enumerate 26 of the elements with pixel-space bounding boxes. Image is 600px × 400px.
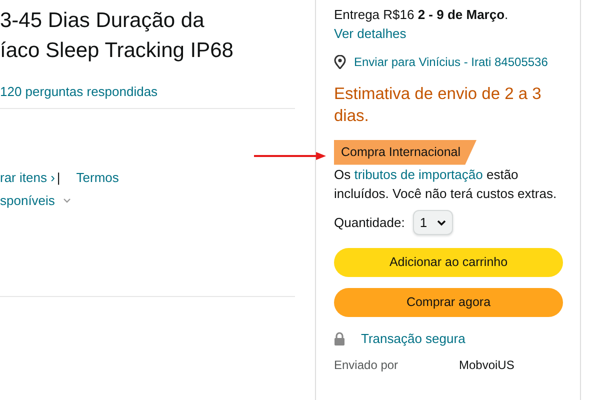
import-taxes-link[interactable]: tributos de importação — [354, 166, 483, 182]
details-link[interactable]: Ver detalhes — [334, 26, 406, 41]
international-badge: Compra Internacional — [334, 140, 477, 165]
chevron-down-icon — [437, 220, 446, 226]
lock-icon — [334, 332, 345, 346]
quantity-select[interactable]: 1 — [412, 210, 454, 236]
delivery-info: Entrega R$16 2 - 9 de Março. Ver detalhes — [334, 6, 510, 43]
arrow-icon — [254, 151, 328, 161]
buy-now-button[interactable]: Comprar agora — [334, 288, 563, 317]
seller-label: Enviado por — [334, 357, 400, 374]
shipping-estimate: Estimativa de envio de 2 a 3 dias. — [334, 84, 542, 127]
policy-link[interactable]: rar itens › — [0, 168, 55, 187]
availability-link[interactable]: sponíveis — [0, 191, 55, 210]
add-to-cart-button[interactable]: Adicionar ao carrinho — [334, 248, 563, 277]
product-title-line: íaco Sleep Tracking IP68 — [0, 38, 234, 64]
ship-to-link[interactable]: Enviar para Vinícius - Irati 84505536 — [354, 53, 548, 71]
answered-questions-link[interactable]: 120 perguntas respondidas — [0, 84, 158, 99]
product-title-line: 3-45 Dias Duração da — [0, 8, 206, 34]
quantity-label: Quantidade: — [334, 214, 405, 232]
separator: | — [56, 168, 60, 187]
import-note: Os tributos de importação estão incluídos. Você não terá custos extras. — [334, 166, 558, 203]
policy-link[interactable]: Termos — [76, 168, 119, 187]
seller-name: MobvoiUS — [459, 357, 514, 374]
secure-transaction-link[interactable]: Transação segura — [361, 328, 466, 348]
chevron-icon[interactable] — [62, 198, 71, 204]
location-pin-icon — [334, 55, 346, 69]
